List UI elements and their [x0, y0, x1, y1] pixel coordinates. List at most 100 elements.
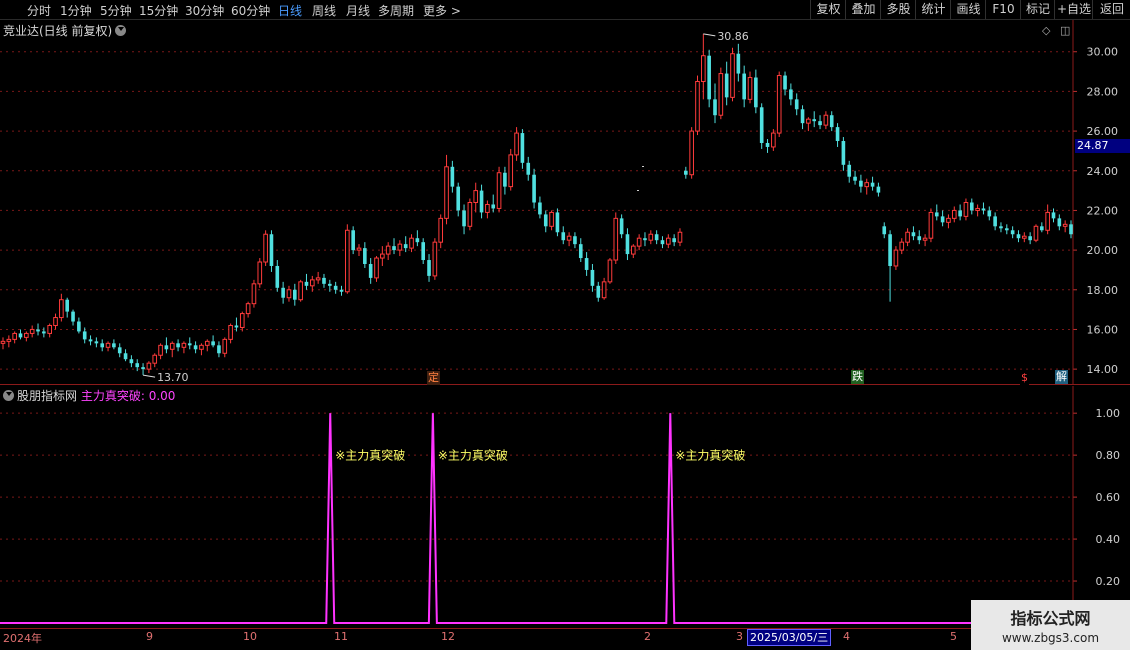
y-tick-label: 20.00 — [1087, 244, 1119, 257]
candle-body — [754, 77, 758, 108]
candle-body — [503, 172, 507, 187]
candle-body — [315, 277, 321, 281]
candle-body — [1004, 228, 1009, 231]
candle-body — [800, 109, 805, 124]
tab-60min[interactable]: 60分钟 — [231, 2, 270, 19]
candle-body — [18, 333, 23, 338]
candle-body — [328, 283, 332, 286]
candle-body — [776, 75, 782, 134]
tab-30min[interactable]: 30分钟 — [185, 2, 224, 19]
candlestick-chart[interactable]: 14.00 16.00 18.00 20.00 22.00 24.00 26.00 28.00… — [0, 20, 1130, 385]
date-label: 9 — [146, 630, 153, 643]
candle-body — [636, 237, 642, 247]
tab-more[interactable]: 更多 > — [423, 2, 461, 19]
gap-dot — [642, 166, 644, 167]
candle-body — [1057, 218, 1062, 227]
candle-body — [245, 303, 251, 315]
candle-body — [251, 283, 257, 305]
candle-body — [625, 234, 630, 255]
candle-body — [450, 166, 455, 187]
candle-body — [946, 217, 951, 223]
candle-body — [742, 73, 746, 100]
candle-body — [392, 246, 396, 251]
tab-5min[interactable]: 5分钟 — [100, 2, 132, 19]
watermark-url: www.zbgs3.com — [1001, 631, 1100, 645]
event-tag-fixed[interactable]: 定 — [427, 371, 440, 385]
overlay-button[interactable]: 叠加 — [845, 0, 881, 19]
candle-body — [520, 133, 525, 163]
candle-body — [310, 279, 315, 287]
candle-body — [368, 263, 373, 278]
candle-body — [538, 202, 542, 215]
tab-monthly[interactable]: 月线 — [346, 2, 370, 19]
adjust-button[interactable]: 复权 — [810, 0, 846, 19]
candle-body — [601, 281, 607, 299]
candle-body — [876, 186, 881, 193]
candle-body — [77, 321, 81, 332]
candle-body — [427, 260, 431, 276]
candle-body — [129, 359, 134, 364]
tab-daily[interactable]: 日线 — [278, 2, 302, 19]
multi-stock-button[interactable]: 多股 — [880, 0, 916, 19]
candle-body — [228, 324, 233, 340]
candle-body — [695, 80, 700, 132]
tab-1min[interactable]: 1分钟 — [60, 2, 92, 19]
y-tick-label: 0.40 — [1096, 533, 1121, 546]
candle-body — [432, 241, 438, 277]
low-marker-label: 13.70 — [157, 371, 189, 384]
candle-body — [1028, 236, 1032, 241]
add-watchlist-button[interactable]: +自选 — [1054, 0, 1093, 19]
candle-body — [421, 242, 426, 261]
statistics-button[interactable]: 统计 — [915, 0, 951, 19]
candle-body — [853, 176, 857, 181]
tab-multi-period[interactable]: 多周期 — [378, 2, 414, 19]
date-label: 3 — [736, 630, 743, 643]
candle-body — [707, 55, 711, 100]
candle-body — [479, 190, 484, 213]
candle-body — [187, 343, 192, 346]
candle-body — [747, 77, 753, 100]
tab-15min[interactable]: 15分钟 — [139, 2, 178, 19]
event-tag-drop[interactable]: 跌 — [851, 370, 864, 384]
candle-body — [473, 190, 479, 203]
y-tick-label: 0.60 — [1096, 491, 1121, 504]
candle-body — [6, 338, 12, 342]
candle-body — [333, 285, 338, 290]
back-button[interactable]: 返回 — [1092, 0, 1130, 19]
candle-body — [806, 118, 811, 124]
candle-body — [36, 329, 40, 332]
candle-body — [963, 202, 969, 217]
candle-body — [566, 235, 572, 241]
candle-body — [345, 229, 350, 293]
date-label: 5 — [950, 630, 957, 643]
candle-body — [870, 182, 875, 187]
candle-body — [841, 141, 846, 165]
date-label: 11 — [334, 630, 348, 643]
candle-body — [292, 289, 297, 300]
candle-body — [928, 211, 934, 239]
candle-body — [485, 203, 490, 213]
candle-body — [409, 237, 414, 249]
candle-body — [684, 170, 688, 175]
candle-body — [508, 154, 514, 188]
draw-line-button[interactable]: 画线 — [950, 0, 986, 19]
event-tag-unlock[interactable]: 解 — [1055, 370, 1068, 384]
tab-weekly[interactable]: 周线 — [312, 2, 336, 19]
tab-intraday[interactable]: 分时 — [27, 2, 51, 19]
candle-body — [672, 238, 676, 243]
indicator-chart[interactable]: 0.20 0.40 0.60 0.80 1.00 ※主力真突破 ※主力真突破 ※主力真突破 — [0, 386, 1130, 629]
watermark: 指标公式网 www.zbgs3.com — [971, 600, 1130, 650]
high-marker-label: 30.86 — [717, 30, 749, 43]
candle-body — [304, 281, 309, 286]
candle-body — [713, 99, 717, 116]
mark-button[interactable]: 标记 — [1020, 0, 1055, 19]
candle-body — [193, 345, 198, 350]
candle-body — [141, 367, 145, 370]
f10-button[interactable]: F10 — [985, 0, 1021, 19]
candle-body — [859, 180, 863, 187]
date-label: 2024年 — [3, 632, 42, 645]
candle-body — [397, 243, 403, 251]
event-tag-dollar[interactable]: $ — [1020, 371, 1029, 385]
signal-label: ※主力真突破 — [675, 447, 745, 462]
candle-body — [987, 210, 992, 217]
